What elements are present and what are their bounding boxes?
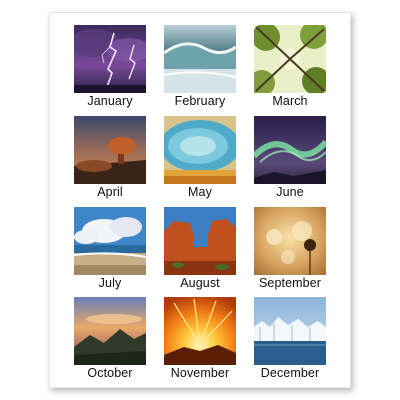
month-label-november: November xyxy=(170,366,230,380)
month-label-august: August xyxy=(180,276,220,290)
hot-spring-photo xyxy=(164,116,236,184)
aurora-photo xyxy=(254,116,326,184)
forest-canopy-photo xyxy=(254,25,326,93)
month-label-june: June xyxy=(276,185,304,199)
glacier-photo xyxy=(254,297,326,365)
month-label-march: March xyxy=(272,94,308,108)
lightning-storm-photo xyxy=(74,25,146,93)
month-label-february: February xyxy=(174,94,226,108)
mountain-sunset-photo xyxy=(74,297,146,365)
calendar-sheet: January February March April May June Ju… xyxy=(49,12,351,388)
month-label-october: October xyxy=(87,366,133,380)
red-rock-arch-photo xyxy=(164,207,236,275)
month-label-september: September xyxy=(258,276,322,290)
month-label-january: January xyxy=(87,94,133,108)
month-label-april: April xyxy=(97,185,123,199)
ocean-wave-photo xyxy=(164,25,236,93)
month-label-july: July xyxy=(98,276,122,290)
balanced-rock-sunset-photo xyxy=(74,116,146,184)
golden-dandelion-photo xyxy=(254,207,326,275)
month-label-december: December xyxy=(260,366,320,380)
lava-eruption-photo xyxy=(164,297,236,365)
month-label-may: May xyxy=(188,185,212,199)
beach-clouds-photo xyxy=(74,207,146,275)
